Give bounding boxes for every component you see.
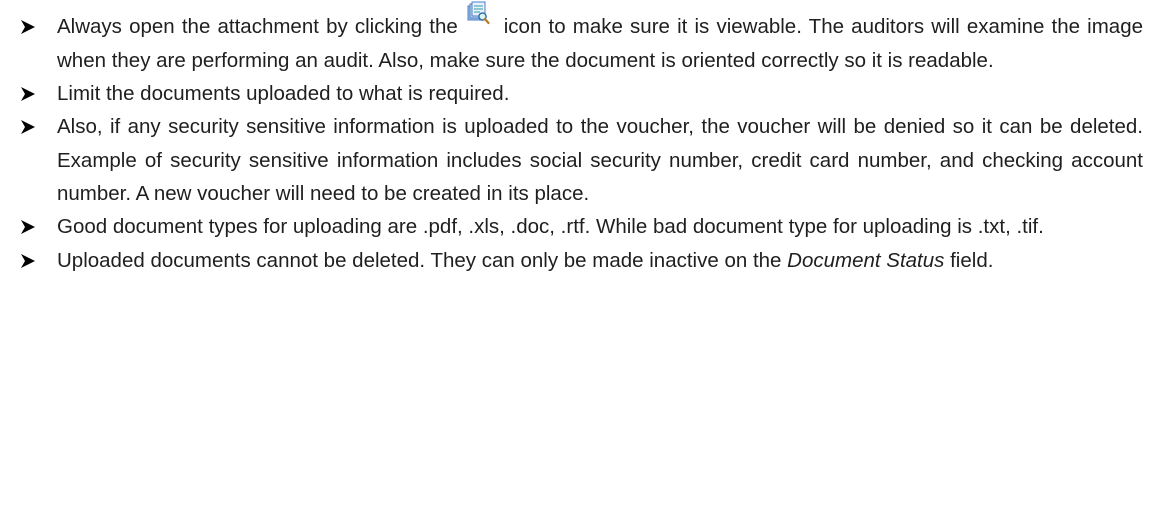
document-page: Always open the attachment by clicking t… — [0, 0, 1173, 510]
list-item: Always open the attachment by clicking t… — [20, 1, 1143, 77]
bullet-text: Good document types for uploading are .p… — [57, 215, 1044, 239]
list-item: Limit the documents uploaded to what is … — [20, 77, 1143, 111]
list-item: Also, if any security sensitive informat… — [20, 110, 1143, 211]
arrowhead-bullet-icon — [21, 253, 35, 268]
arrowhead-bullet-icon — [21, 120, 35, 135]
arrowhead-bullet-icon — [21, 86, 35, 101]
list-item: Uploaded documents cannot be deleted. Th… — [20, 244, 1143, 278]
bullet-text-before-icon: Always open the attachment by clicking t… — [57, 15, 458, 38]
arrowhead-bullet-icon — [21, 20, 35, 34]
list-item: Good document types for uploading are .p… — [20, 210, 1143, 244]
bullet-text-after-emphasis: field. — [950, 248, 994, 272]
document-status-emphasis: Document Status — [787, 248, 945, 272]
view-attachment-icon[interactable] — [466, 1, 490, 25]
bullet-text: Limit the documents uploaded to what is … — [57, 81, 510, 105]
bullet-text: Also, if any security sensitive informat… — [57, 115, 1143, 206]
arrowhead-bullet-icon — [21, 220, 35, 235]
bullet-text-before-emphasis: Uploaded documents cannot be deleted. Th… — [57, 248, 782, 272]
bullet-list: Always open the attachment by clicking t… — [20, 1, 1143, 278]
